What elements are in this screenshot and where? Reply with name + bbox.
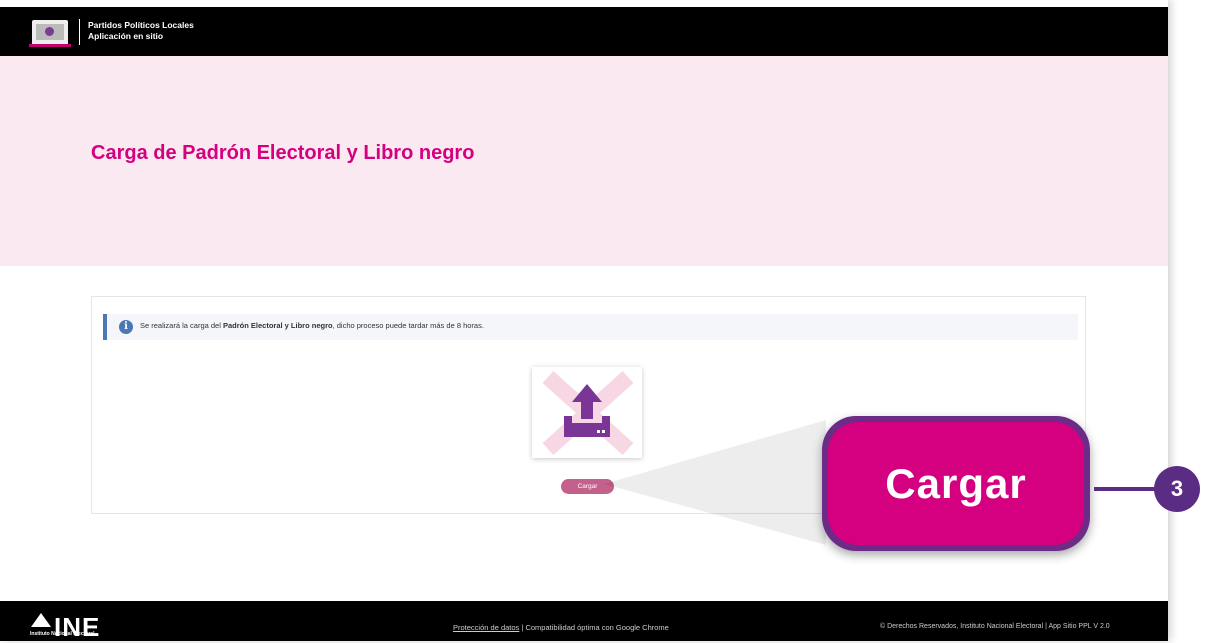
callout-cargar-button: Cargar: [822, 416, 1090, 551]
callout-label: Cargar: [828, 422, 1084, 545]
step-badge: 3: [1154, 466, 1200, 512]
callout-connector: [1094, 487, 1156, 491]
